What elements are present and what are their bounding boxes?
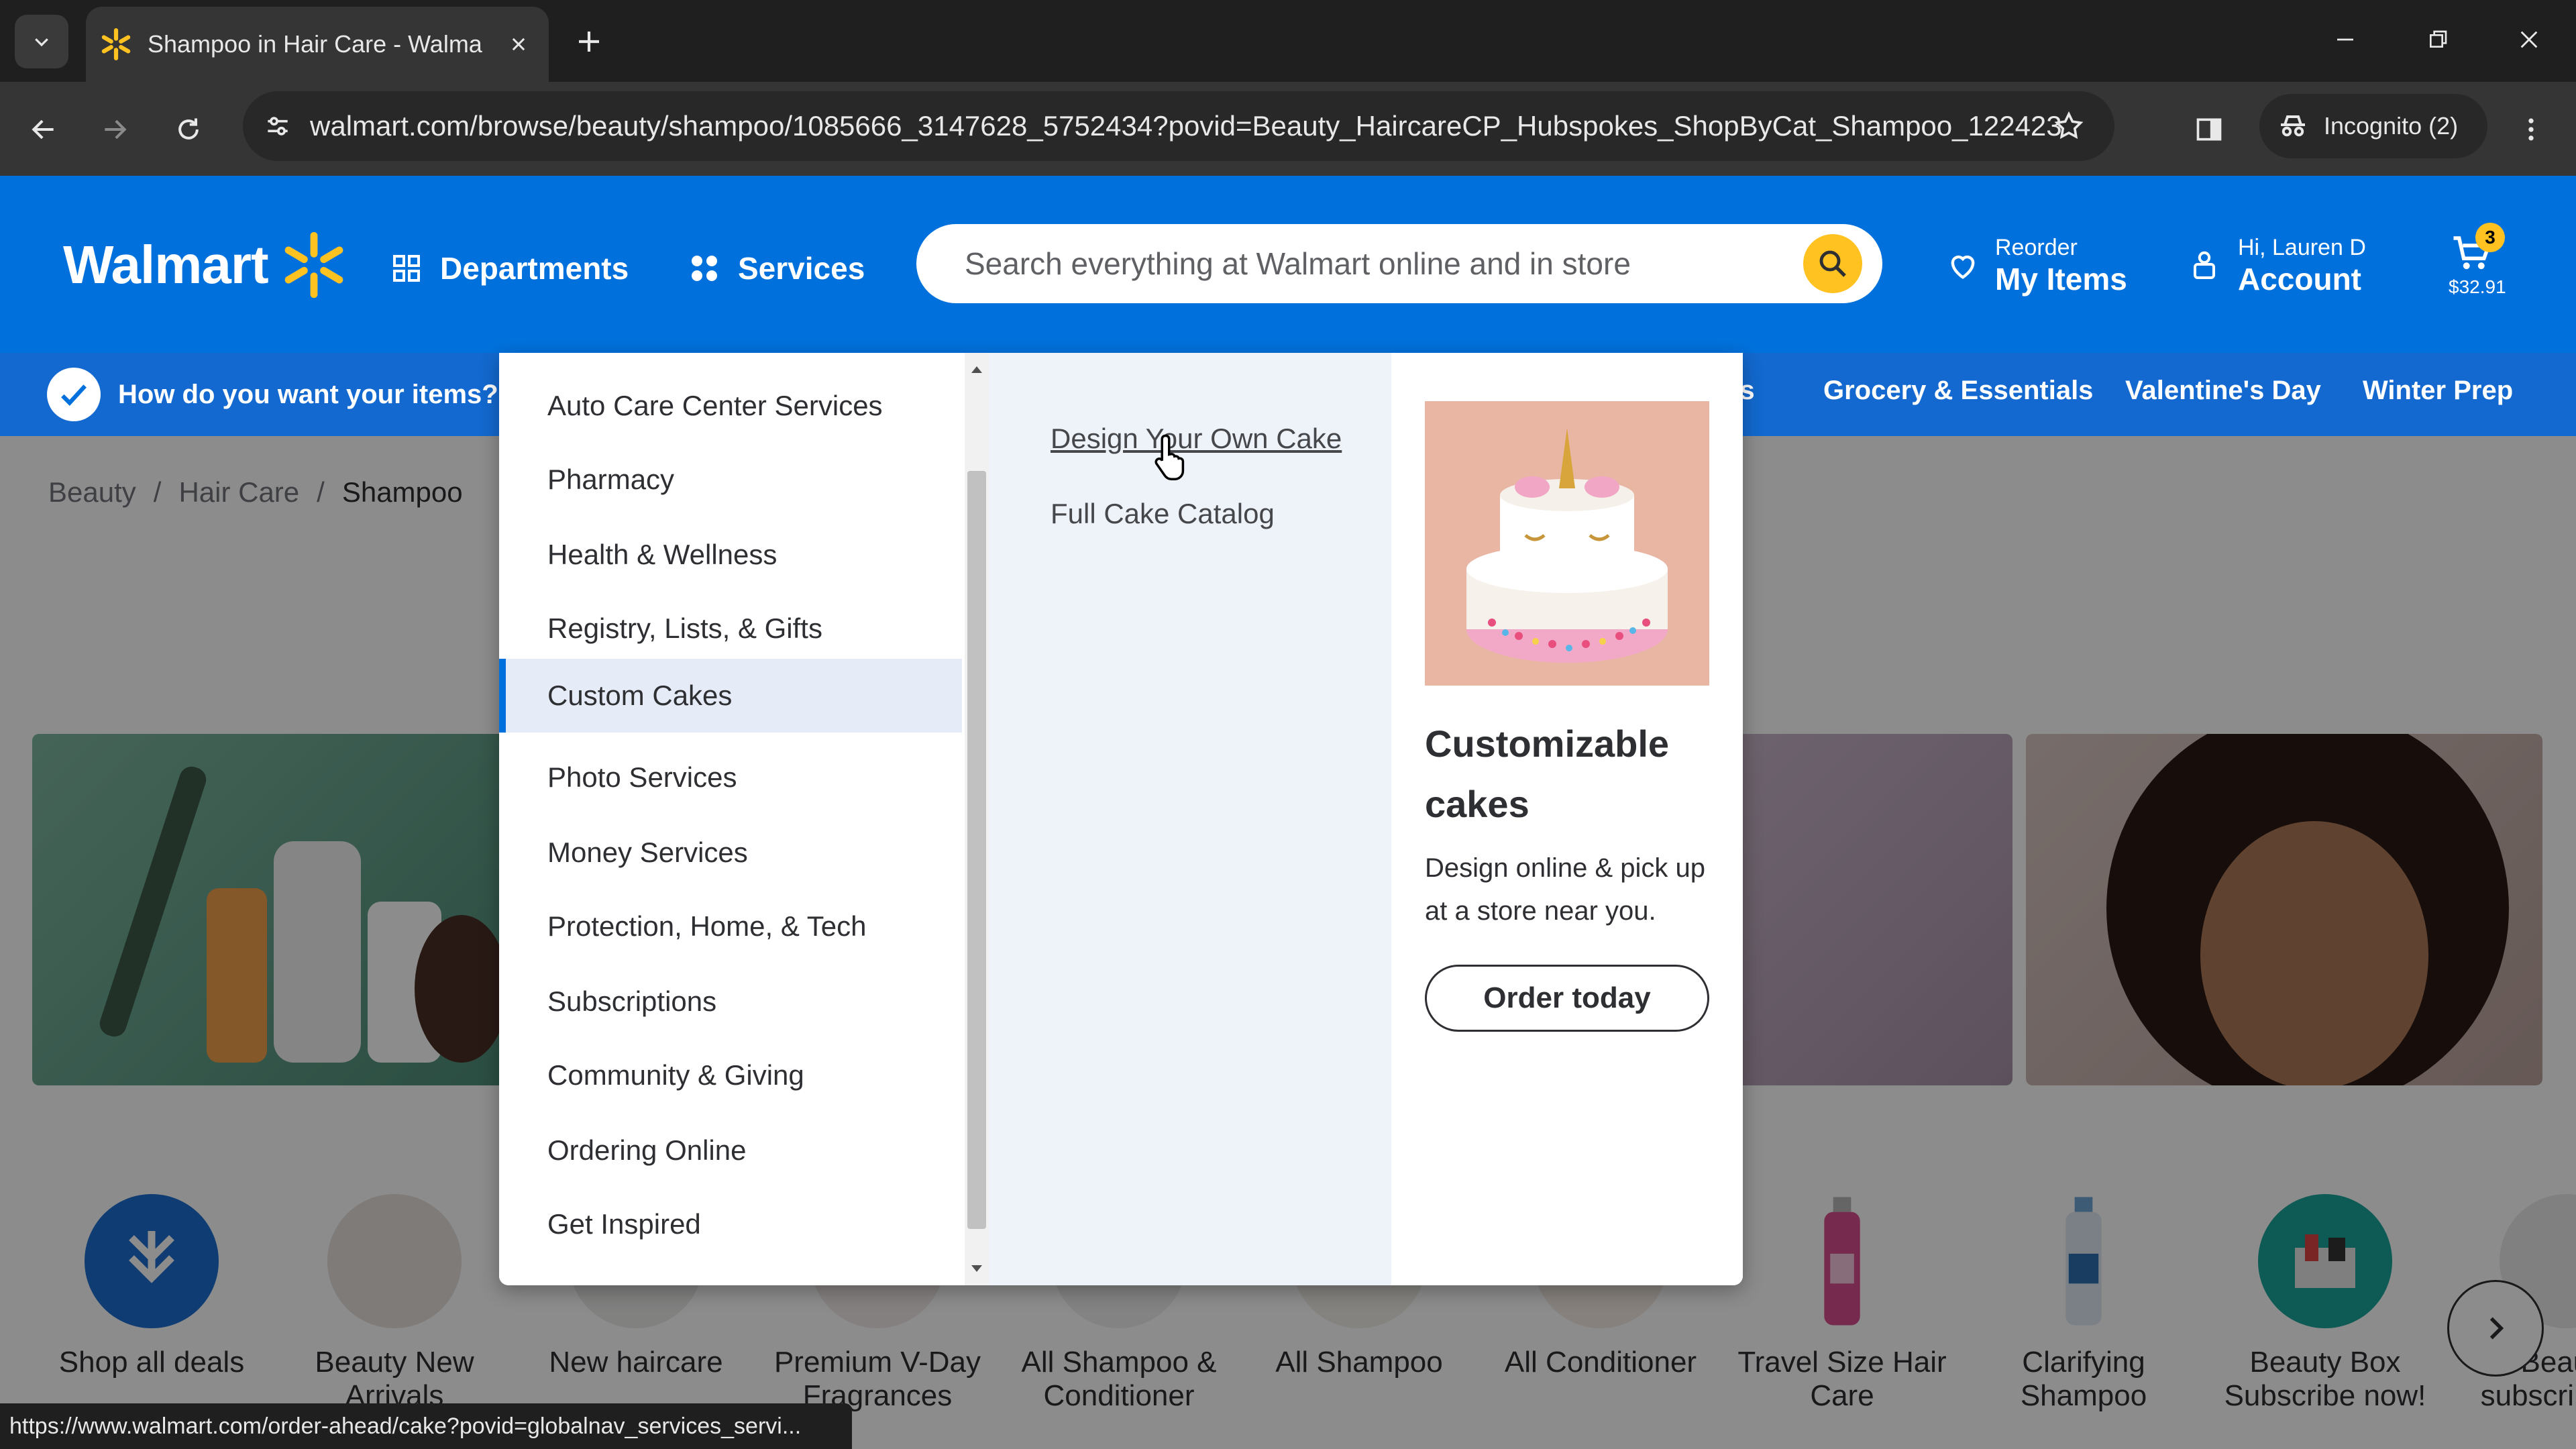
walmart-logo[interactable]: Walmart xyxy=(63,228,347,302)
minimize-icon xyxy=(2337,38,2353,41)
link-status-bar: https://www.walmart.com/order-ahead/cake… xyxy=(0,1403,852,1449)
services-menu-list: Auto Care Center Services Pharmacy Healt… xyxy=(499,353,969,1285)
link-full-cake-catalog[interactable]: Full Cake Catalog xyxy=(1051,498,1275,530)
restore-button[interactable] xyxy=(2411,16,2465,63)
departments-label: Departments xyxy=(440,251,629,286)
subnav-item-winter-prep[interactable]: Winter Prep xyxy=(2363,376,2513,406)
menu-item-pharmacy[interactable]: Pharmacy xyxy=(499,443,962,517)
menu-item-community[interactable]: Community & Giving xyxy=(499,1038,962,1112)
search-button[interactable] xyxy=(1803,234,1862,293)
services-button[interactable]: Services xyxy=(688,241,865,295)
arrow-left-icon xyxy=(32,119,54,140)
search-icon xyxy=(1819,250,1846,277)
search-bar[interactable]: Search everything at Walmart online and … xyxy=(916,224,1882,303)
walmart-spark-icon xyxy=(284,231,343,299)
menu-item-health-wellness[interactable]: Health & Wellness xyxy=(499,518,962,592)
star-icon[interactable] xyxy=(2053,110,2085,142)
menu-item-registry[interactable]: Registry, Lists, & Gifts xyxy=(499,592,962,665)
chevron-down-icon xyxy=(35,38,48,47)
fulfillment-label: How do you want your items? xyxy=(118,379,498,409)
back-button[interactable] xyxy=(20,106,67,153)
link-design-your-own-cake[interactable]: Design Your Own Cake xyxy=(1051,423,1342,455)
fulfillment-icon xyxy=(47,368,101,421)
walmart-spark-icon xyxy=(101,28,131,60)
close-window-button[interactable] xyxy=(2502,16,2556,63)
forward-button[interactable] xyxy=(91,106,138,153)
url-text: walmart.com/browse/beauty/shampoo/108566… xyxy=(310,110,2062,142)
search-input[interactable]: Search everything at Walmart online and … xyxy=(965,246,1631,282)
browser-menu-button[interactable] xyxy=(2508,106,2555,153)
user-icon xyxy=(2194,251,2215,279)
close-icon xyxy=(2520,31,2538,48)
menu-item-get-inspired[interactable]: Get Inspired xyxy=(499,1187,962,1261)
promo-description: Design online & pick up at a store near … xyxy=(1425,853,1706,926)
account-greeting: Hi, Lauren D xyxy=(2238,234,2366,260)
tab-search-button[interactable] xyxy=(15,15,68,68)
restore-icon xyxy=(2430,30,2447,48)
arrow-right-icon xyxy=(105,119,127,140)
subnav-item-valentines[interactable]: Valentine's Day xyxy=(2125,376,2321,406)
menu-item-custom-cakes[interactable]: Custom Cakes xyxy=(499,659,962,733)
cart-count-badge: 3 xyxy=(2475,223,2505,252)
reorder-big-label: My Items xyxy=(1995,261,2127,297)
unicorn-cake-image[interactable] xyxy=(1425,401,1709,686)
menu-item-money-services[interactable]: Money Services xyxy=(499,816,962,890)
menu-scroll-thumb[interactable] xyxy=(967,471,986,1229)
tab-title: Shampoo in Hair Care - Walmart xyxy=(148,30,483,58)
scroll-down-icon[interactable] xyxy=(969,1263,985,1275)
services-submenu xyxy=(989,353,1391,1285)
departments-button[interactable]: Departments xyxy=(390,241,629,295)
account-link[interactable]: Hi, Lauren D Account xyxy=(2188,225,2366,306)
heart-icon xyxy=(1951,255,1975,279)
subnav-item-grocery[interactable]: Grocery & Essentials xyxy=(1823,376,2093,406)
scroll-up-icon[interactable] xyxy=(969,364,985,376)
minimize-button[interactable] xyxy=(2318,16,2372,63)
new-tab-button[interactable] xyxy=(569,21,609,62)
order-today-button[interactable]: Order today xyxy=(1425,965,1709,1032)
menu-item-auto-care[interactable]: Auto Care Center Services xyxy=(499,369,962,443)
menu-item-photo-services[interactable]: Photo Services xyxy=(499,741,962,814)
incognito-icon xyxy=(2281,115,2305,137)
side-panel-button[interactable] xyxy=(2186,106,2233,153)
services-label: Services xyxy=(738,251,865,286)
side-panel-icon xyxy=(2196,118,2222,141)
close-icon xyxy=(512,38,525,51)
incognito-label: Incognito (2) xyxy=(2324,112,2459,140)
reorder-link[interactable]: Reorder My Items xyxy=(1945,225,2127,306)
more-vert-icon xyxy=(2528,118,2534,141)
incognito-indicator[interactable]: Incognito (2) xyxy=(2259,94,2487,158)
cart-total: $32.91 xyxy=(2449,276,2506,297)
plus-icon xyxy=(579,32,599,52)
tab-close-button[interactable] xyxy=(502,28,535,61)
pointer-cursor-icon xyxy=(1155,434,1185,480)
menu-item-ordering-online[interactable]: Ordering Online xyxy=(499,1114,962,1187)
address-bar[interactable]: walmart.com/browse/beauty/shampoo/108566… xyxy=(243,91,2114,161)
reload-icon xyxy=(178,118,199,140)
account-label: Account xyxy=(2238,261,2361,297)
menu-item-subscriptions[interactable]: Subscriptions xyxy=(499,965,962,1038)
services-grid-icon xyxy=(692,256,717,281)
browser-tab-active[interactable]: Shampoo in Hair Care - Walmart xyxy=(86,7,549,82)
site-settings-icon[interactable] xyxy=(263,111,292,141)
logo-text: Walmart xyxy=(63,235,269,294)
menu-item-protection[interactable]: Protection, Home, & Tech xyxy=(499,890,962,963)
reload-button[interactable] xyxy=(165,106,212,153)
fulfillment-selector[interactable]: How do you want your items? xyxy=(47,368,498,421)
services-dropdown: Auto Care Center Services Pharmacy Healt… xyxy=(499,353,1743,1285)
grid-icon xyxy=(393,255,420,282)
promo-title: Customizable cakes xyxy=(1425,722,1670,825)
reorder-small-label: Reorder xyxy=(1995,234,2078,260)
